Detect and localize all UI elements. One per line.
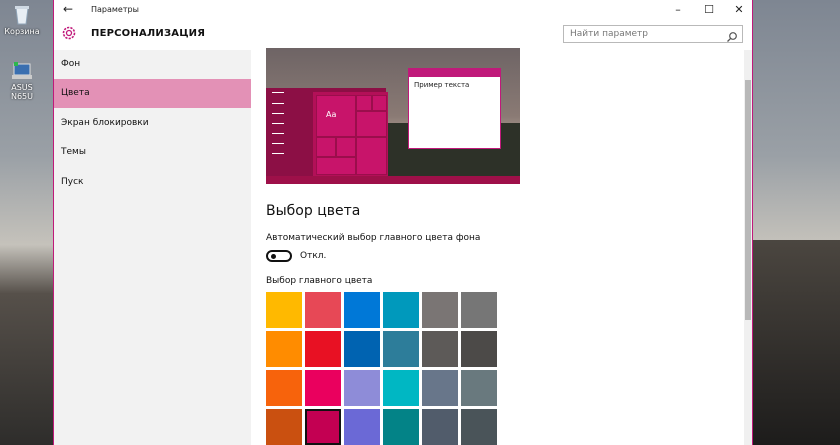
desktop-icon-label: ASUS N65U xyxy=(10,83,34,101)
preview-window-titlebar xyxy=(409,69,500,77)
close-button[interactable]: ✕ xyxy=(724,0,754,20)
preview-tile-text: Aa xyxy=(326,110,337,119)
color-swatch[interactable] xyxy=(422,409,458,445)
scrollbar-thumb[interactable] xyxy=(745,80,751,320)
color-swatch[interactable] xyxy=(422,370,458,406)
preview-tile xyxy=(316,157,356,175)
window-title: Параметры xyxy=(91,5,139,14)
color-swatch[interactable] xyxy=(344,409,380,445)
sidebar: Фон Цвета Экран блокировки Темы Пуск xyxy=(54,50,251,445)
toggle-state-label: Откл. xyxy=(300,251,327,261)
color-swatch[interactable] xyxy=(305,292,341,328)
preview-taskbar xyxy=(266,176,520,184)
computer-icon xyxy=(10,60,34,82)
preview-line xyxy=(272,92,284,93)
title-bar: ← Параметры – ☐ ✕ xyxy=(54,0,752,20)
preview-window: Пример текста xyxy=(408,68,501,149)
section-heading: Выбор цвета xyxy=(266,203,361,219)
color-swatch[interactable] xyxy=(266,409,302,445)
color-swatch[interactable] xyxy=(266,292,302,328)
color-swatch[interactable] xyxy=(383,409,419,445)
desktop-icon-computer[interactable]: ASUS N65U xyxy=(2,60,42,101)
preview-line xyxy=(272,123,284,124)
desktop-wallpaper xyxy=(750,240,840,445)
preview-line xyxy=(272,153,284,154)
maximize-button[interactable]: ☐ xyxy=(694,0,724,20)
page-header: ПЕРСОНАЛИЗАЦИЯ Найти параметр xyxy=(54,20,752,50)
preview-window-text: Пример текста xyxy=(414,81,470,89)
preview-tile xyxy=(372,95,387,111)
recycle-bin-icon xyxy=(10,4,34,26)
scrollbar[interactable] xyxy=(744,50,752,445)
color-swatch[interactable] xyxy=(461,409,497,445)
color-swatch[interactable] xyxy=(266,331,302,367)
color-swatch[interactable] xyxy=(383,292,419,328)
preview-tile xyxy=(356,137,387,175)
preview-tile xyxy=(316,137,336,157)
minimize-button[interactable]: – xyxy=(663,0,693,20)
color-swatch[interactable] xyxy=(344,370,380,406)
sidebar-item-background[interactable]: Фон xyxy=(54,50,251,79)
sidebar-item-themes[interactable]: Темы xyxy=(54,138,251,167)
preview-tile xyxy=(356,95,372,111)
color-swatch[interactable] xyxy=(344,331,380,367)
auto-color-label: Автоматический выбор главного цвета фона xyxy=(266,233,481,243)
color-swatch[interactable] xyxy=(461,331,497,367)
settings-window: ← Параметры – ☐ ✕ ПЕРСОНАЛИЗАЦИЯ Найти п… xyxy=(53,0,753,445)
preview-tile xyxy=(336,137,356,157)
preview-tile xyxy=(356,111,387,137)
toggle-knob xyxy=(271,254,276,259)
palette-label: Выбор главного цвета xyxy=(266,276,373,286)
auto-color-toggle[interactable] xyxy=(266,250,292,262)
color-swatch[interactable] xyxy=(383,331,419,367)
color-swatch[interactable] xyxy=(383,370,419,406)
color-swatch[interactable] xyxy=(461,292,497,328)
search-input[interactable]: Найти параметр xyxy=(570,29,648,39)
preview-line xyxy=(272,113,284,114)
gear-icon xyxy=(61,25,77,41)
sidebar-item-lock-screen[interactable]: Экран блокировки xyxy=(54,109,251,138)
preview-line xyxy=(272,103,284,104)
arrow-left-icon[interactable]: ← xyxy=(63,2,73,16)
search-box[interactable]: Найти параметр xyxy=(563,25,743,43)
color-swatch[interactable] xyxy=(305,370,341,406)
preview-line xyxy=(272,143,284,144)
color-swatch[interactable] xyxy=(344,292,380,328)
preview-line xyxy=(272,133,284,134)
sidebar-item-start[interactable]: Пуск xyxy=(54,168,251,197)
color-swatch[interactable] xyxy=(422,331,458,367)
page-title: ПЕРСОНАЛИЗАЦИЯ xyxy=(91,28,206,39)
desktop-icon-label: Корзина xyxy=(4,27,40,36)
color-swatch[interactable] xyxy=(422,292,458,328)
search-icon[interactable] xyxy=(726,28,738,42)
color-swatch[interactable] xyxy=(461,370,497,406)
sidebar-item-colors[interactable]: Цвета xyxy=(54,79,251,108)
color-swatch[interactable] xyxy=(305,409,341,445)
desktop-icon-recycle-bin[interactable]: Корзина xyxy=(4,4,40,36)
color-swatch[interactable] xyxy=(266,370,302,406)
preview-tiles xyxy=(313,92,388,176)
color-preview: Aa Пример текста xyxy=(266,48,520,184)
color-swatch[interactable] xyxy=(305,331,341,367)
